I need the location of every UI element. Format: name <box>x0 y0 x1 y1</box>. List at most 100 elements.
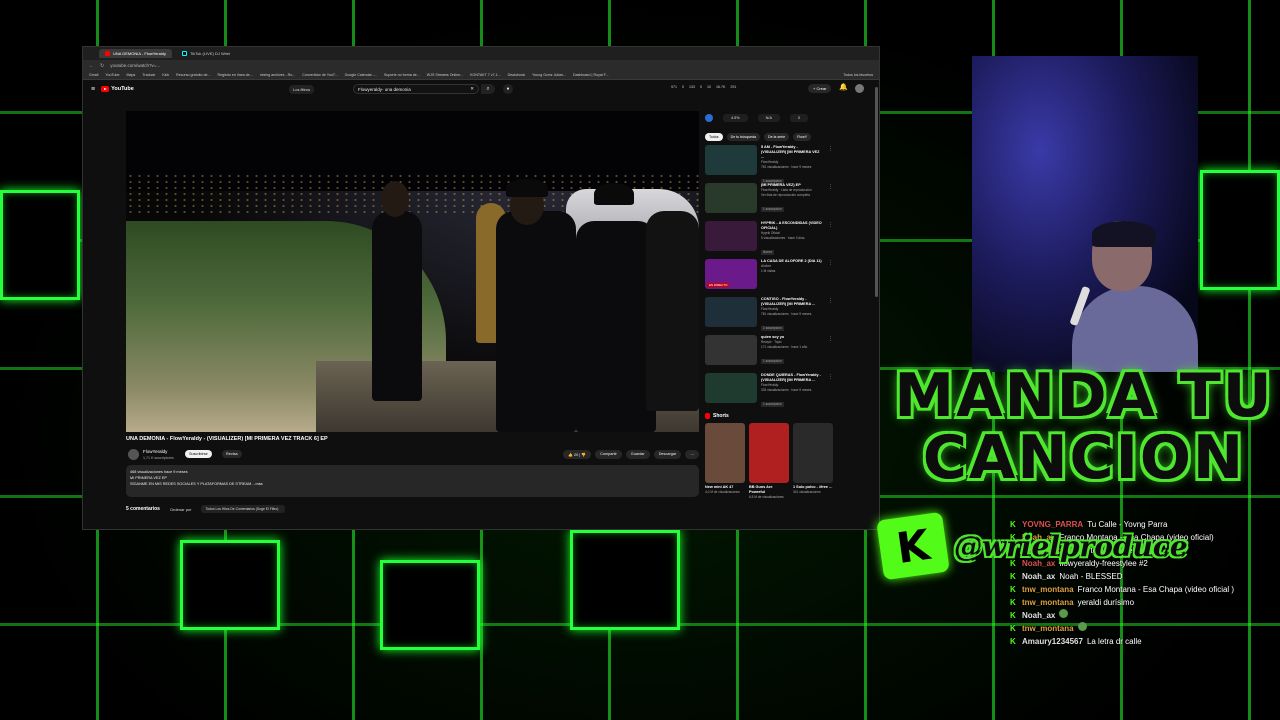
tab-tiktok[interactable]: TikTok (LIVE) DJ Wriel <box>176 49 236 58</box>
bookmark[interactable]: Young Gzmz Julian... <box>532 73 566 77</box>
youtube-favicon-icon <box>105 51 110 56</box>
chat-username[interactable]: Amaury1234567 <box>1022 635 1083 648</box>
channel-name[interactable]: FlowYeraldy <box>143 449 167 454</box>
more-options-icon[interactable]: ⋮ <box>828 184 833 190</box>
video-thumbnail[interactable] <box>705 183 757 213</box>
reload-icon[interactable]: ↻ <box>100 63 104 69</box>
more-button[interactable]: ⋯ <box>685 450 699 459</box>
video-thumbnail[interactable] <box>705 145 757 175</box>
short-views: 4,0 M de visualizaciones <box>705 490 740 494</box>
chat-username[interactable]: tnw_montana <box>1022 596 1074 609</box>
bookmark[interactable]: Suporte no forma de... <box>384 73 420 77</box>
share-button[interactable]: Compartir <box>595 450 622 459</box>
search-button[interactable]: ⌕ <box>481 84 495 94</box>
short-views: 6,5 M de visualizaciones <box>749 495 784 499</box>
chip-all[interactable]: Todos <box>705 133 723 141</box>
search-input[interactable]: Flowyeraldy- una demonia ✕ <box>353 84 479 94</box>
tab-youtube[interactable]: UNA DEMONIA - FlowYeraldy <box>99 49 172 58</box>
more-options-icon[interactable]: ⋮ <box>828 146 833 152</box>
bookmark[interactable]: YouTube <box>105 73 119 77</box>
menu-icon[interactable]: ≡ <box>91 86 95 93</box>
stream-layout: UNA DEMONIA - FlowYeraldy TikTok (LIVE) … <box>0 0 1280 720</box>
bookmark[interactable]: Google Calendar -... <box>345 73 377 77</box>
more-options-icon[interactable]: ⋮ <box>828 336 833 342</box>
recommendations-sidebar: 4.5% N/A 0 Todos De tu búsqueda De la se… <box>705 111 833 529</box>
extension-icon[interactable] <box>705 114 713 122</box>
bookmark[interactable]: Recurso gratuito de... <box>176 73 210 77</box>
avatar[interactable] <box>855 84 864 93</box>
filter-chip[interactable]: Los filtros <box>289 85 315 94</box>
video-person <box>646 211 699 411</box>
chat-username[interactable]: Noah_ax <box>1022 609 1055 622</box>
more-options-icon[interactable]: ⋮ <box>828 374 833 380</box>
chat-username[interactable]: Noah_ax <box>1022 570 1055 583</box>
bookmark[interactable]: mixing archives - Ro... <box>260 73 296 77</box>
stat: 0 <box>700 85 702 89</box>
video-player[interactable] <box>126 111 699 432</box>
logo-text: YouTube <box>111 86 134 92</box>
mic-button[interactable]: ● <box>503 84 513 94</box>
address-bar[interactable]: ← ↻ youtube.com/watch?v=... <box>83 60 879 71</box>
all-bookmarks[interactable]: Todos los favoritos <box>843 73 873 77</box>
video-thumbnail[interactable] <box>705 335 757 365</box>
clear-icon[interactable]: ✕ <box>470 86 474 92</box>
save-button[interactable]: Guardar <box>625 450 650 459</box>
bookmark[interactable]: Registro en línea de... <box>218 73 253 77</box>
bookmark[interactable]: Kick <box>162 73 169 77</box>
bookmark[interactable]: Dashboard | Royal F... <box>573 73 609 77</box>
bookmark[interactable]: KONTAKT 7 v7.1... <box>470 73 500 77</box>
bookmark[interactable]: Maps <box>127 73 136 77</box>
recommendation-text: HYPRIK - A ESCONDIDAS (VIDEO OFICIAL) Hyp… <box>761 221 823 255</box>
download-button[interactable]: Descargar <box>653 450 682 459</box>
more-options-icon[interactable]: ⋮ <box>828 298 833 304</box>
video-thumbnail[interactable]: EN DIRECTO <box>705 259 757 289</box>
channel-avatar[interactable] <box>128 449 139 460</box>
recommendation-badge: 1 suscripción <box>761 207 784 212</box>
back-icon[interactable]: ← <box>89 63 94 69</box>
recommendation-item[interactable]: EN DIRECTO LA CASA DE ALOFORE 2 (DIA 11) A… <box>705 259 833 293</box>
youtube-logo[interactable]: YouTube <box>101 86 134 92</box>
bookmark[interactable]: Convertidor de YouT... <box>302 73 337 77</box>
video-thumbnail[interactable] <box>705 373 757 403</box>
recommendation-item[interactable]: CONTIGO - FlowYeraldy - (VISUALIZER) [MI… <box>705 297 833 331</box>
create-button[interactable]: + Crear <box>808 84 832 93</box>
short-item[interactable]: BB Guns Are Powerful 6,5 M de visualizaci… <box>749 423 789 500</box>
recommendation-item[interactable]: quien soy yo Rewyio · Topic 171 visualizac… <box>705 335 833 369</box>
short-thumbnail[interactable] <box>705 423 745 483</box>
chip-series[interactable]: De la serie <box>763 133 790 141</box>
review-button[interactable]: Revisa <box>222 450 242 458</box>
recommendation-item[interactable]: DONDE QUIERAS - FlowYeraldy - (VISUALIZE… <box>705 373 833 407</box>
recommendation-item[interactable]: (MI PRIMERA VEZ) EP FlowYeraldy · Lista d… <box>705 183 833 217</box>
kick-letter: K <box>893 519 933 573</box>
like-button[interactable]: 👍 20 | 👎 <box>563 450 592 459</box>
bookmark[interactable]: Gmail <box>89 73 98 77</box>
video-actions: 👍 20 | 👎 Compartir Guardar Descargar ⋯ <box>563 450 699 459</box>
subscribe-button[interactable]: Suscribirse <box>185 450 212 458</box>
bell-icon[interactable]: 🔔 <box>839 83 848 91</box>
recommendation-item[interactable]: 5 AM - FlowYeraldy - (VISUALIZER) [MI PR… <box>705 145 833 184</box>
bookmark[interactable]: Traducir <box>142 73 155 77</box>
chat-username[interactable]: tnw_montana <box>1022 583 1074 596</box>
more-options-icon[interactable]: ⋮ <box>828 260 833 266</box>
chat-username[interactable]: tnw_montana <box>1022 622 1074 635</box>
bookmark[interactable]: WJS Streams Online... <box>427 73 463 77</box>
short-item[interactable]: 1 Solo polvo - #free ... 341 visualizacio… <box>793 423 833 500</box>
grid-tile <box>570 530 680 630</box>
comment-filter-select[interactable]: Todos Los Hilos De Comentarios (Suge El … <box>201 505 286 513</box>
description-box[interactable]: 468 visualizaciones hace 9 meses MI PRIM… <box>126 465 699 497</box>
chip-channel[interactable]: FlowY <box>793 133 812 141</box>
url-text[interactable]: youtube.com/watch?v=... <box>110 63 160 68</box>
bookmark[interactable]: Disclohook <box>508 73 526 77</box>
short-item[interactable]: New mini AK 47 4,0 M de visualizaciones <box>705 423 745 500</box>
kick-badge-icon: K <box>1010 624 1016 633</box>
short-thumbnail[interactable] <box>749 423 789 483</box>
search-icon: ⌕ <box>486 86 490 92</box>
scrollbar[interactable] <box>875 87 878 297</box>
video-thumbnail[interactable] <box>705 221 757 251</box>
short-thumbnail[interactable] <box>793 423 833 483</box>
video-thumbnail[interactable] <box>705 297 757 327</box>
more-options-icon[interactable]: ⋮ <box>828 222 833 228</box>
recommendation-item[interactable]: HYPRIK - A ESCONDIDAS (VIDEO OFICIAL) Hyp… <box>705 221 833 255</box>
chip-search[interactable]: De tu búsqueda <box>726 133 760 141</box>
sort-button[interactable]: Ordenar por <box>170 507 192 512</box>
